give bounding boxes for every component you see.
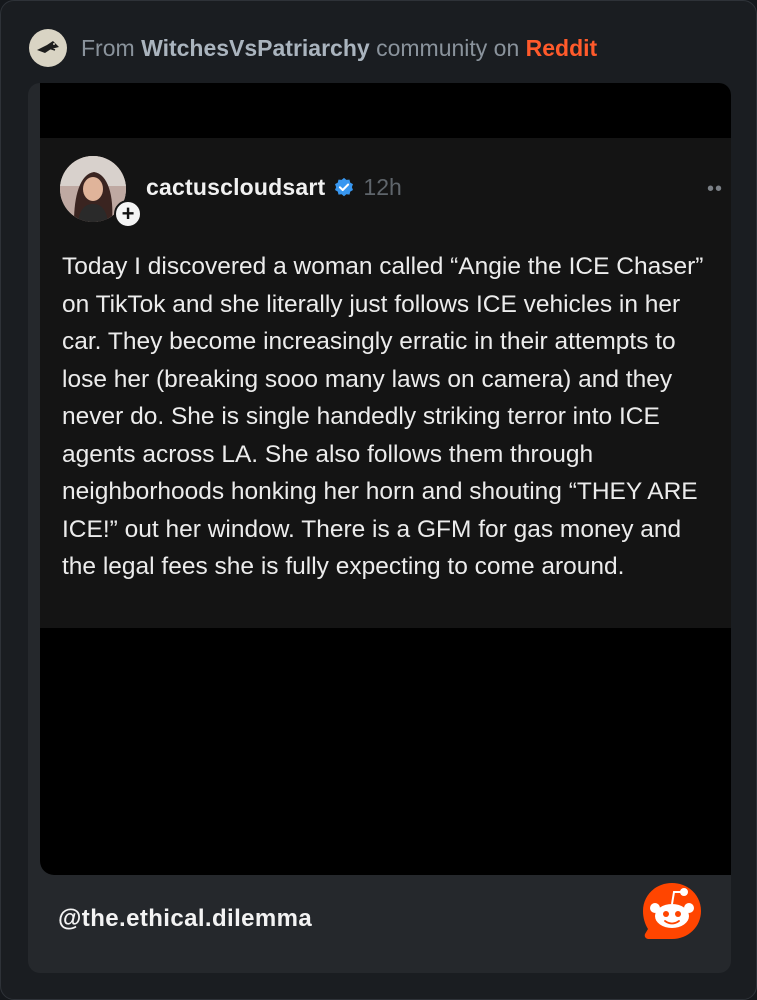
plus-icon: +: [121, 201, 135, 226]
embed-frame: From WitchesVsPatriarchy community on Re…: [0, 0, 757, 1000]
source-middle: community on: [376, 34, 520, 61]
source-line: From WitchesVsPatriarchy community on Re…: [81, 35, 597, 62]
credit-handle: @the.ethical.dilemma: [58, 905, 313, 932]
community-avatar[interactable]: [29, 29, 67, 67]
post-timestamp: 12h: [363, 174, 402, 200]
post-body: Today I discovered a woman called “Angie…: [62, 253, 704, 580]
community-link[interactable]: WitchesVsPatriarchy: [141, 35, 370, 61]
username[interactable]: cactuscloudsart: [146, 174, 325, 201]
ellipsis-icon[interactable]: ••: [707, 178, 723, 201]
platform-link[interactable]: Reddit: [526, 35, 598, 61]
threads-post: + cactuscloudsart 12h •• Today I discove…: [40, 138, 731, 628]
source-header: From WitchesVsPatriarchy community on Re…: [29, 27, 597, 69]
source-prefix: From: [81, 34, 135, 61]
witch-hat-bird-icon: [37, 41, 59, 53]
post-card[interactable]: + cactuscloudsart 12h •• Today I discove…: [28, 83, 731, 973]
follow-button[interactable]: +: [114, 200, 142, 228]
reddit-snoo-icon[interactable]: [639, 879, 705, 945]
post-screenshot: + cactuscloudsart 12h •• Today I discove…: [40, 83, 731, 875]
verified-badge-icon: [335, 177, 354, 196]
post-meta: cactuscloudsart 12h: [146, 174, 402, 201]
